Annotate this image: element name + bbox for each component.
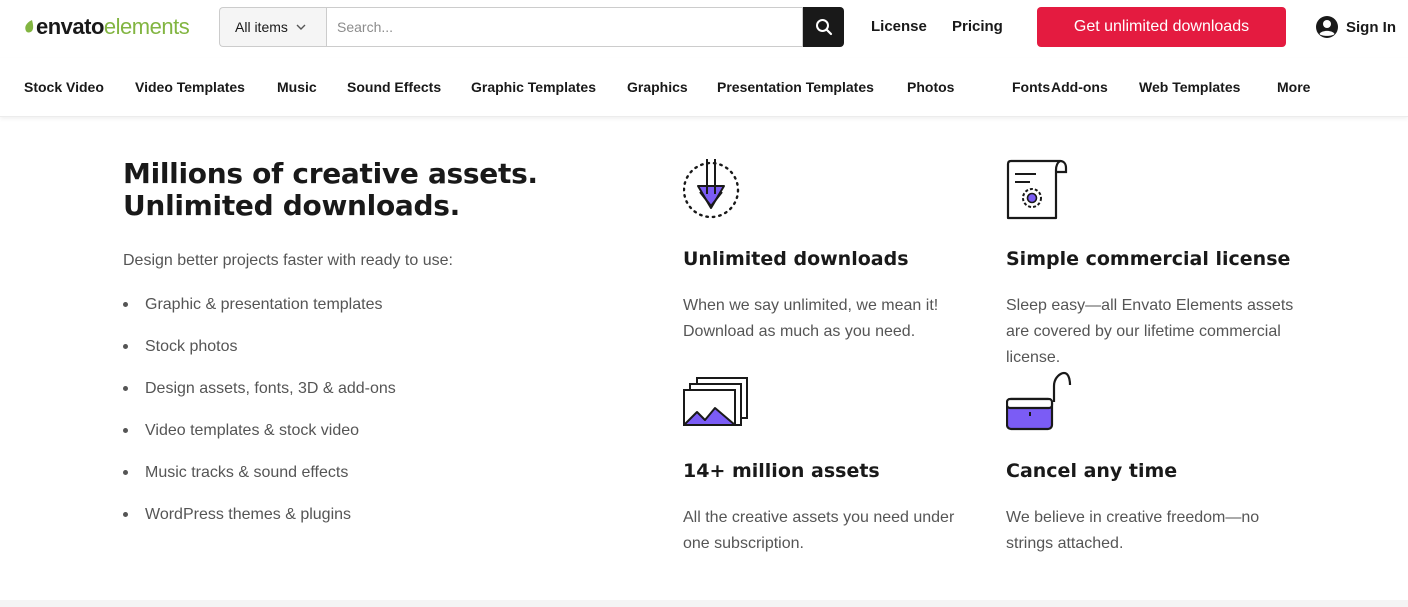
feature-unlimited-downloads: Unlimited downloads When we say unlimite…: [683, 158, 983, 340]
license-link[interactable]: License: [871, 18, 927, 35]
chevron-down-icon: [296, 24, 306, 30]
search-input[interactable]: [326, 7, 803, 47]
feature-title: Unlimited downloads: [683, 248, 909, 270]
user-avatar-icon: [1316, 16, 1338, 38]
search-scope-dropdown[interactable]: All items: [219, 7, 326, 47]
list-item: Graphic & presentation templates: [123, 294, 396, 336]
search-icon: [815, 19, 832, 36]
envato-elements-logo[interactable]: envato elements: [24, 14, 190, 40]
download-arrow-icon: [683, 159, 740, 219]
nav-graphic-templates[interactable]: Graphic Templates: [471, 79, 596, 95]
search-bar: All items: [219, 7, 844, 47]
nav-web-templates[interactable]: Web Templates: [1139, 79, 1240, 95]
nav-photos[interactable]: Photos: [907, 79, 954, 95]
headline-line-1: Millions of creative assets.: [123, 157, 538, 190]
feature-title: 14+ million assets: [683, 460, 880, 482]
sign-in-link[interactable]: Sign In: [1315, 15, 1396, 39]
feature-commercial-license: Simple commercial license Sleep easy—all…: [1006, 158, 1306, 366]
footer-band: [0, 600, 1408, 607]
feature-title: Simple commercial license: [1006, 248, 1291, 270]
feature-title: Cancel any time: [1006, 460, 1178, 482]
search-button[interactable]: [803, 7, 844, 47]
list-item: Stock photos: [123, 336, 396, 378]
nav-stock-video[interactable]: Stock Video: [24, 79, 104, 95]
nav-music[interactable]: Music: [277, 79, 317, 95]
feature-text: We believe in creative freedom—no string…: [1006, 509, 1260, 552]
search-scope-label: All items: [235, 19, 288, 35]
list-item: Music tracks & sound effects: [123, 462, 396, 504]
top-header: envato elements All items License Pricin…: [0, 0, 1408, 58]
list-item: WordPress themes & plugins: [123, 504, 396, 546]
leaf-icon: [25, 20, 34, 33]
logo-word-elements: elements: [103, 14, 190, 39]
headline-line-2: Unlimited downloads.: [123, 189, 460, 222]
logo-word-envato: envato: [36, 14, 104, 39]
nav-sound-effects[interactable]: Sound Effects: [347, 79, 441, 95]
nav-presentation-templates[interactable]: Presentation Templates: [717, 79, 874, 95]
nav-graphics[interactable]: Graphics: [627, 79, 688, 95]
asset-type-list: Graphic & presentation templates Stock p…: [123, 294, 396, 546]
list-item: Design assets, fonts, 3D & add-ons: [123, 378, 396, 420]
get-unlimited-downloads-button[interactable]: Get unlimited downloads: [1037, 7, 1286, 47]
image-stack-icon: [683, 377, 748, 426]
feature-million-assets: 14+ million assets All the creative asse…: [683, 370, 983, 552]
feature-text: All the creative assets you need under o…: [683, 509, 955, 552]
nav-video-templates[interactable]: Video Templates: [135, 79, 245, 95]
sign-in-label: Sign In: [1346, 18, 1396, 36]
pricing-link[interactable]: Pricing: [952, 18, 1003, 35]
category-nav: Stock Video Video Templates Music Sound …: [0, 58, 1408, 117]
open-padlock-icon: [1006, 371, 1072, 431]
nav-more[interactable]: More: [1277, 79, 1310, 95]
nav-fonts[interactable]: Fonts: [1012, 79, 1050, 95]
list-item: Video templates & stock video: [123, 420, 396, 462]
page-headline: Millions of creative assets. Unlimited d…: [123, 158, 603, 222]
feature-text: When we say unlimited, we mean it! Downl…: [683, 297, 939, 340]
feature-cancel-any-time: Cancel any time We believe in creative f…: [1006, 370, 1306, 552]
feature-text: Sleep easy—all Envato Elements assets ar…: [1006, 297, 1294, 366]
intro-text: Design better projects faster with ready…: [123, 252, 453, 269]
nav-add-ons[interactable]: Add-ons: [1051, 79, 1108, 95]
license-certificate-icon: [1006, 159, 1068, 220]
